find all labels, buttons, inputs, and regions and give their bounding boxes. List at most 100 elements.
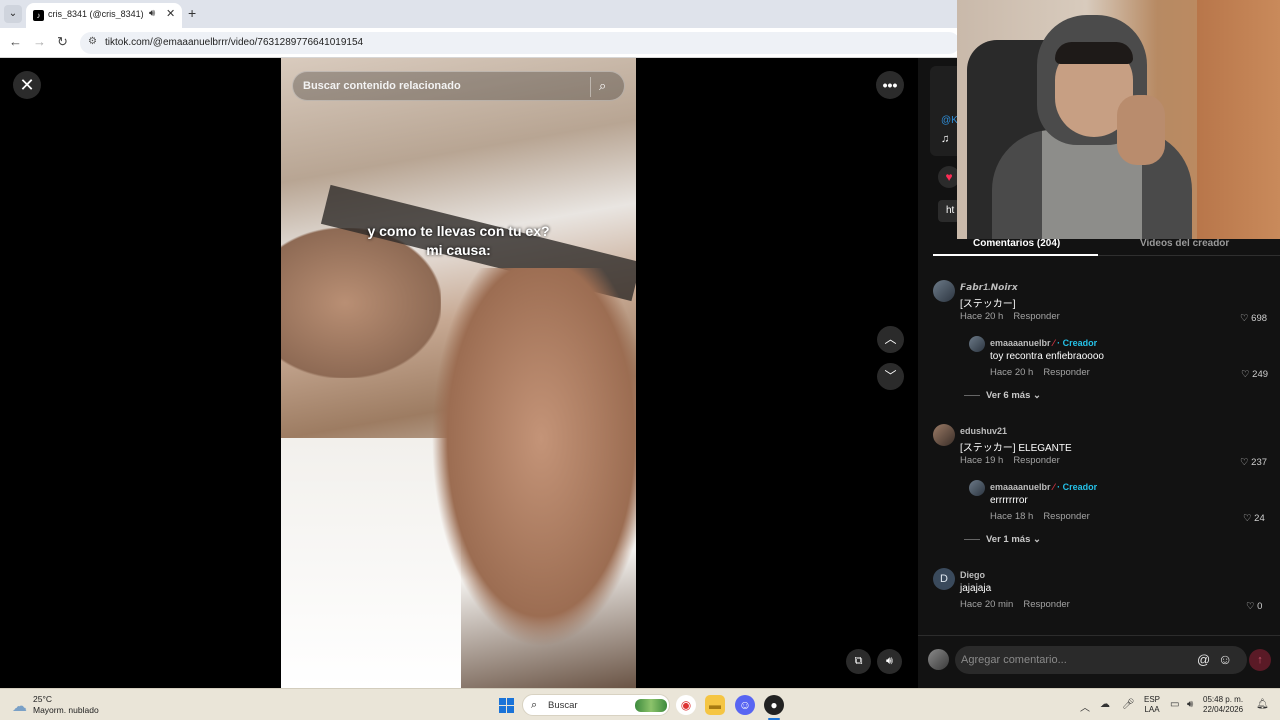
microphone-icon[interactable]: 🎤︎ [1122, 699, 1135, 710]
comment-meta: Hace 20 h Responder [960, 311, 1060, 322]
cloud-icon[interactable]: ☁ [12, 697, 27, 715]
avatar[interactable] [933, 424, 955, 446]
music-note-icon[interactable]: ♫ [941, 133, 949, 145]
avatar[interactable] [928, 649, 949, 670]
comment-composer: Agregar comentario... @ ☺ ↑ [918, 635, 1280, 688]
taskbar-search-placeholder: Buscar [548, 700, 578, 711]
forward-icon[interactable]: → [33, 34, 46, 49]
back-icon[interactable]: ← [9, 34, 22, 49]
comment-like[interactable]: ♡ 0 [1246, 601, 1262, 612]
taskbar-search[interactable]: ⌕ Buscar [522, 694, 670, 716]
comment-time: Hace 20 min [960, 599, 1014, 610]
chevron-down-icon: ⌄ [1033, 390, 1041, 401]
next-video-button[interactable]: ﹀ [877, 363, 904, 390]
search-divider [590, 77, 591, 97]
reply-link[interactable]: Responder [1013, 311, 1059, 322]
previous-video-button[interactable]: ︿ [877, 326, 904, 353]
comment-text: [ステッカー] ELEGANTE [960, 443, 1072, 454]
comment-meta: Hace 19 h Responder [960, 455, 1060, 466]
avatar[interactable] [969, 336, 985, 352]
notifications-icon[interactable]: 🔔︎ [1256, 699, 1269, 710]
heart-outline-icon: ♡ [1243, 513, 1252, 524]
comment-username[interactable]: emaaaanuelbr ⁄ · Creador [990, 338, 1097, 348]
language-indicator[interactable]: ESP LAA [1144, 695, 1160, 715]
send-button[interactable]: ↑ [1249, 649, 1271, 671]
comment-username[interactable]: emaaaanuelbr ⁄ · Creador [990, 482, 1097, 492]
related-search-input[interactable]: Buscar contenido relacionado ⌕ [292, 71, 625, 101]
weather-temperature[interactable]: 25°C [33, 694, 52, 704]
clock[interactable]: 05:48 p. m. 22/04/2026 [1203, 695, 1243, 715]
comment-placeholder: Agregar comentario... [961, 654, 1067, 666]
comment-like[interactable]: ♡ 698 [1240, 313, 1267, 324]
close-tab-icon[interactable]: ✕ [166, 7, 175, 20]
view-more-label: Ver 1 más [986, 534, 1031, 545]
avatar[interactable] [933, 280, 955, 302]
url-text: tiktok.com/@emaaanuelbrrr/video/76312897… [105, 37, 364, 48]
tab-comments[interactable]: Comentarios (204) [973, 238, 1060, 249]
related-search-placeholder: Buscar contenido relacionado [303, 80, 461, 92]
reply-link[interactable]: Responder [1043, 511, 1089, 522]
site-info-icon[interactable]: ⚙︎ [88, 36, 97, 47]
creator-badge: · Creador [1057, 482, 1098, 492]
speaker-icon[interactable]: 🔊︎ [149, 8, 155, 19]
address-bar[interactable]: ⚙︎ tiktok.com/@emaaanuelbrrr/video/76312… [80, 32, 960, 54]
file-explorer-icon[interactable]: ▬ [705, 695, 725, 715]
more-options-button[interactable]: ••• [876, 71, 904, 99]
reply-link[interactable]: Responder [1023, 599, 1069, 610]
comment-username[interactable]: edushuv21 [960, 426, 1007, 436]
clock-date: 22/04/2026 [1203, 705, 1244, 714]
volume-button[interactable]: 🔊︎ [877, 649, 902, 674]
tab-search-chevron-icon[interactable]: ⌄ [4, 5, 22, 23]
reply-username[interactable]: emaaaanuelbr [990, 482, 1051, 492]
webcam-person-hand [1117, 95, 1165, 165]
decorative-icon: ⁄ [1053, 482, 1055, 492]
comment-username[interactable]: 𝙁𝙖𝙗𝙧1.𝙉𝙤𝙞𝙧𝙭 [960, 282, 1018, 293]
comment-text: toy recontra enfiebraoooo [990, 351, 1104, 362]
comment-like[interactable]: ♡ 24 [1243, 513, 1265, 524]
comment-text: errrrrrror [990, 495, 1028, 506]
chevron-up-icon[interactable]: ︿ [1080, 699, 1090, 714]
volume-icon[interactable]: 🔊︎ [1187, 699, 1193, 710]
floating-player-button[interactable]: ⧉ [846, 649, 871, 674]
obs-icon[interactable]: ● [764, 695, 784, 715]
close-video-button[interactable]: ✕ [13, 71, 41, 99]
tab-creator-videos[interactable]: Videos del creador [1140, 238, 1229, 249]
discord-icon[interactable]: ☺ [735, 695, 755, 715]
comment-text: [ステッカー] [960, 299, 1016, 310]
comment-meta: Hace 20 min Responder [960, 599, 1070, 610]
comment-like[interactable]: ♡ 237 [1240, 457, 1267, 468]
mention-icon[interactable]: @ [1197, 652, 1210, 667]
comment-time: Hace 20 h [960, 311, 1004, 322]
reply-link[interactable]: Responder [1013, 455, 1059, 466]
view-more-replies[interactable]: Ver 1 más ⌄ [964, 534, 1041, 545]
view-more-label: Ver 6 más [986, 390, 1031, 401]
clock-time: 05:48 p. m. [1203, 695, 1244, 704]
windows-taskbar: ☁ 25°C Mayorm. nublado ⌕ Buscar ◉ ▬ ☺ ● … [0, 688, 1280, 720]
chrome-icon[interactable]: ◉ [676, 695, 696, 715]
search-icon[interactable]: ⌕ [599, 78, 606, 94]
display-icon[interactable]: ▭ [1170, 699, 1179, 710]
reply-username[interactable]: emaaaanuelbr [990, 338, 1051, 348]
reload-icon[interactable]: ↻ [57, 34, 68, 50]
comment-input[interactable]: Agregar comentario... @ ☺ [955, 646, 1247, 674]
emoji-icon[interactable]: ☺ [1218, 651, 1232, 667]
chevron-down-icon: ⌄ [1033, 534, 1041, 545]
keyboard-layout: LAA [1144, 705, 1160, 714]
windows-start-icon[interactable] [499, 698, 514, 713]
browser-tab[interactable]: ♪ cris_8341 (@cris_8341) | TikTok 🔊︎ ✕ [26, 3, 182, 28]
avatar[interactable] [969, 480, 985, 496]
author-handle[interactable]: @K [941, 115, 958, 126]
heart-outline-icon: ♡ [1246, 601, 1255, 612]
reply-link[interactable]: Responder [1043, 367, 1089, 378]
network-cloud-icon[interactable]: ☁ [1100, 699, 1110, 710]
video-player[interactable]: Buscar contenido relacionado ⌕ y como te… [281, 58, 636, 688]
search-highlight-icon [635, 699, 667, 712]
comment-username[interactable]: Diego [960, 570, 985, 580]
comment-like[interactable]: ♡ 249 [1241, 369, 1268, 380]
new-tab-icon[interactable]: + [188, 5, 196, 21]
avatar[interactable]: D [933, 568, 955, 590]
decorative-icon: ⁄ [1053, 338, 1055, 348]
view-more-replies[interactable]: Ver 6 más ⌄ [964, 390, 1041, 401]
search-icon: ⌕ [531, 699, 538, 711]
weather-description[interactable]: Mayorm. nublado [33, 705, 99, 715]
